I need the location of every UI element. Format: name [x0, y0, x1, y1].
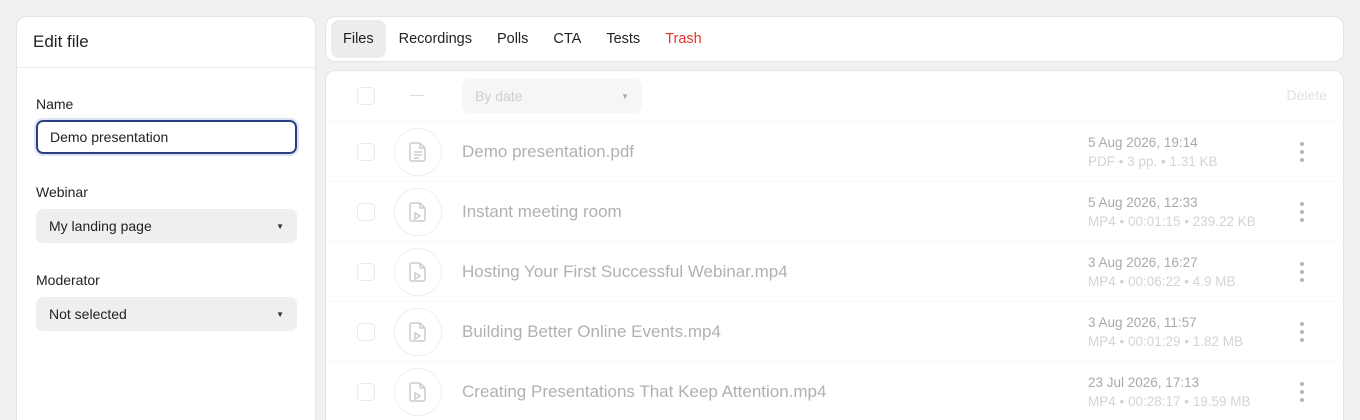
file-name[interactable]: Instant meeting room [462, 202, 622, 222]
tab-trash[interactable]: Trash [653, 20, 714, 58]
more-options-icon[interactable] [1299, 262, 1305, 282]
file-row[interactable]: Hosting Your First Successful Webinar.mp… [326, 242, 1343, 302]
more-options-icon[interactable] [1299, 382, 1305, 402]
name-label: Name [36, 96, 74, 112]
select-all-checkbox[interactable] [357, 87, 375, 105]
edit-file-panel: Edit file Name Webinar My landing page ▼… [16, 16, 316, 420]
file-meta: MP4 • 00:28:17 • 19.59 MB [1088, 394, 1251, 409]
moderator-select-value: Not selected [49, 306, 127, 322]
file-name[interactable]: Creating Presentations That Keep Attenti… [462, 382, 826, 402]
more-options-icon[interactable] [1299, 202, 1305, 222]
file-name[interactable]: Demo presentation.pdf [462, 142, 634, 162]
file-list-panel: — By date ▼ Delete Demo presentation.pdf… [325, 70, 1344, 420]
presentation-file-icon [394, 128, 442, 176]
moderator-field-group: Moderator Not selected ▼ [36, 272, 297, 331]
video-file-icon [394, 188, 442, 236]
name-input[interactable] [34, 118, 299, 156]
selection-dash: — [410, 86, 424, 102]
tabs-bar: Files Recordings Polls CTA Tests Trash [325, 16, 1344, 62]
file-list-toolbar: — By date ▼ Delete [326, 71, 1343, 122]
sort-select-value: By date [475, 88, 523, 104]
delete-button[interactable]: Delete [1287, 87, 1327, 103]
file-name[interactable]: Hosting Your First Successful Webinar.mp… [462, 262, 788, 282]
file-row[interactable]: Instant meeting room 5 Aug 2026, 12:33 M… [326, 182, 1343, 242]
file-date: 5 Aug 2026, 12:33 [1088, 195, 1198, 210]
tab-files[interactable]: Files [331, 20, 386, 58]
file-date: 3 Aug 2026, 16:27 [1088, 255, 1198, 270]
name-field-group: Name [34, 96, 299, 156]
tab-polls[interactable]: Polls [485, 20, 540, 58]
webinar-select-value: My landing page [49, 218, 152, 234]
file-date: 3 Aug 2026, 11:57 [1088, 315, 1197, 330]
file-row-checkbox[interactable] [357, 383, 375, 401]
moderator-label: Moderator [36, 272, 100, 288]
video-file-icon [394, 248, 442, 296]
file-row-checkbox[interactable] [357, 143, 375, 161]
file-row[interactable]: Building Better Online Events.mp4 3 Aug … [326, 302, 1343, 362]
edit-file-title: Edit file [17, 17, 315, 68]
tab-tests[interactable]: Tests [594, 20, 652, 58]
file-meta: MP4 • 00:01:29 • 1.82 MB [1088, 334, 1244, 349]
file-row-checkbox[interactable] [357, 203, 375, 221]
sort-select[interactable]: By date ▼ [462, 79, 642, 113]
more-options-icon[interactable] [1299, 142, 1305, 162]
video-file-icon [394, 308, 442, 356]
chevron-down-icon: ▼ [276, 309, 284, 319]
file-meta: MP4 • 00:06:22 • 4.9 MB [1088, 274, 1236, 289]
file-row[interactable]: Demo presentation.pdf 5 Aug 2026, 19:14 … [326, 122, 1343, 182]
more-options-icon[interactable] [1299, 322, 1305, 342]
file-meta: MP4 • 00:01:15 • 239.22 KB [1088, 214, 1256, 229]
chevron-down-icon: ▼ [621, 91, 629, 101]
file-meta: PDF • 3 pp. • 1.31 KB [1088, 154, 1218, 169]
webinar-field-group: Webinar My landing page ▼ [36, 184, 297, 243]
file-row-checkbox[interactable] [357, 323, 375, 341]
file-date: 23 Jul 2026, 17:13 [1088, 375, 1200, 390]
video-file-icon [394, 368, 442, 416]
webinar-select[interactable]: My landing page ▼ [36, 209, 297, 243]
tab-cta[interactable]: CTA [541, 20, 593, 58]
tab-recordings[interactable]: Recordings [387, 20, 484, 58]
webinar-label: Webinar [36, 184, 88, 200]
moderator-select[interactable]: Not selected ▼ [36, 297, 297, 331]
file-row-checkbox[interactable] [357, 263, 375, 281]
chevron-down-icon: ▼ [276, 221, 284, 231]
file-name[interactable]: Building Better Online Events.mp4 [462, 322, 721, 342]
file-row[interactable]: Creating Presentations That Keep Attenti… [326, 362, 1343, 420]
file-date: 5 Aug 2026, 19:14 [1088, 135, 1198, 150]
